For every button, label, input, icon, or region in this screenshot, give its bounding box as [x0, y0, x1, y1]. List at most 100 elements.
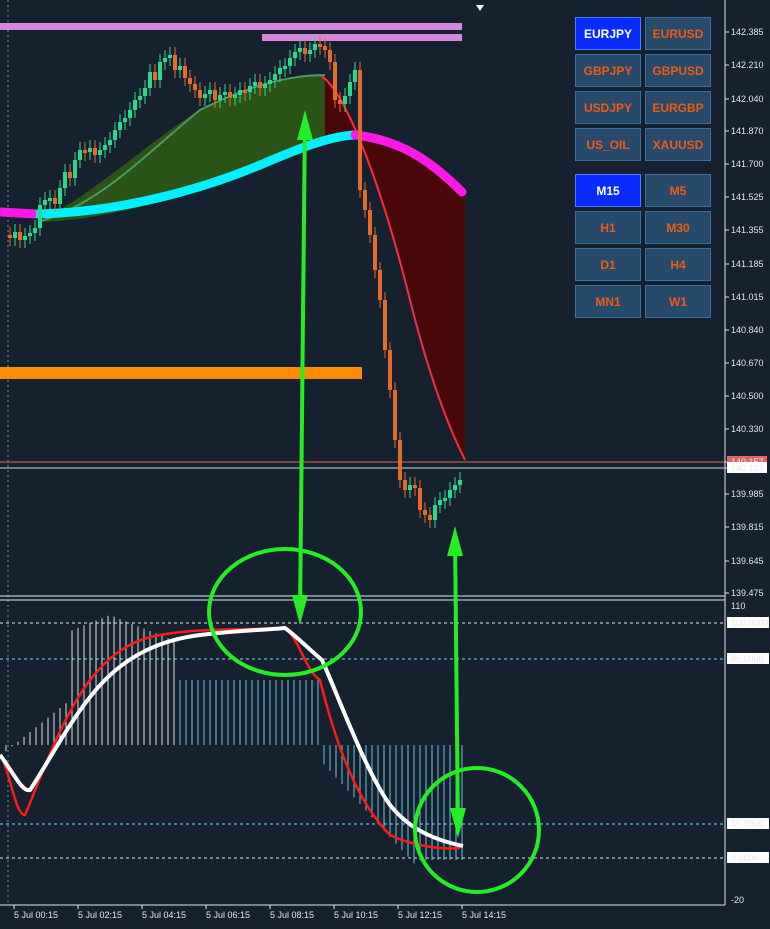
candle-body	[178, 66, 182, 70]
arrow-2-shaft	[453, 534, 460, 831]
candle-body	[48, 198, 52, 201]
timeframe-button-m5[interactable]: M5	[645, 174, 711, 207]
candle-body	[438, 500, 442, 505]
candle-body	[113, 130, 117, 140]
candle-body	[293, 52, 297, 58]
candle-body	[153, 72, 157, 80]
candle-body	[78, 150, 82, 160]
candle-body	[13, 232, 17, 238]
indicator-axis: 110 100.0000 85.0000 15.0000 0.0000 -20	[727, 601, 769, 905]
candle-body	[413, 485, 417, 488]
candle-body	[193, 84, 197, 90]
time-label: 5 Jul 14:15	[462, 910, 506, 920]
candle-body	[433, 505, 437, 520]
symbol-button-us-oil[interactable]: US_OIL	[575, 128, 641, 161]
candle-body	[223, 92, 227, 95]
candle-body	[323, 46, 327, 50]
chart-shift-marker[interactable]	[476, 5, 484, 11]
candle-body	[43, 200, 47, 205]
timeframe-button-h1[interactable]: H1	[575, 211, 641, 244]
time-label: 5 Jul 00:15	[14, 910, 58, 920]
highlight-circle-2	[413, 766, 541, 894]
timeframe-button-m30[interactable]: M30	[645, 211, 711, 244]
candle-body	[88, 148, 92, 152]
price-label: 141.015	[731, 292, 764, 302]
stoch-signal-line	[0, 626, 461, 850]
candle-body	[103, 145, 107, 150]
symbol-button-eurjpy[interactable]: EURJPY	[575, 17, 641, 50]
candle-body	[8, 235, 12, 238]
candle-body	[383, 300, 387, 350]
histogram-group	[5, 615, 463, 864]
indicator-label: 85.0000	[731, 654, 764, 664]
price-label: 141.185	[731, 259, 764, 269]
timeframe-button-mn1[interactable]: MN1	[575, 285, 641, 318]
candle-body	[133, 100, 137, 110]
price-label: 141.700	[731, 159, 764, 169]
arrow-2-head-down	[450, 808, 466, 838]
price-label: 140.840	[731, 325, 764, 335]
candle-body	[288, 58, 292, 66]
symbol-button-eurgbp[interactable]: EURGBP	[645, 91, 711, 124]
stoch-main-line	[0, 625, 464, 848]
candle-body	[268, 80, 272, 84]
candle-body	[398, 440, 402, 480]
timeframe-button-w1[interactable]: W1	[645, 285, 711, 318]
candle-body	[198, 90, 202, 98]
candle-body	[353, 70, 357, 82]
candle-body	[388, 350, 392, 390]
candle-body	[58, 188, 62, 204]
indicator-label: 15.0000	[731, 819, 764, 829]
support-level-bar	[0, 367, 362, 379]
symbol-button-gbpjpy[interactable]: GBPJPY	[575, 54, 641, 87]
candle-body	[68, 172, 72, 178]
candle-body	[443, 498, 447, 501]
candle-body	[53, 198, 57, 204]
candle-body	[233, 95, 237, 98]
arrow-2-head-up	[447, 526, 463, 556]
candle-body	[213, 90, 217, 100]
time-label: 5 Jul 08:15	[270, 910, 314, 920]
price-label: 142.210	[731, 60, 764, 70]
candle-body	[428, 515, 432, 520]
candle-body	[108, 140, 112, 145]
time-axis: 5 Jul 00:15 5 Jul 02:15 5 Jul 04:15 5 Jul 0…	[13, 905, 506, 920]
symbol-button-xauusd[interactable]: XAUUSD	[645, 128, 711, 161]
candle-body	[378, 270, 382, 300]
candle-body	[228, 92, 232, 98]
symbol-button-eurusd[interactable]: EURUSD	[645, 17, 711, 50]
time-label: 5 Jul 10:15	[334, 910, 378, 920]
candle-body	[358, 70, 362, 190]
candle-body	[343, 96, 347, 104]
candle-body	[63, 172, 67, 188]
candle-body	[148, 72, 152, 88]
timeframe-button-m15[interactable]: M15	[575, 174, 641, 207]
indicator-label: 100.0000	[731, 618, 769, 628]
candle-body	[93, 148, 97, 155]
candle-body	[393, 390, 397, 440]
price-label: 140.121	[731, 463, 764, 473]
price-label: 139.645	[731, 556, 764, 566]
candle-body	[73, 160, 77, 178]
candle-body	[138, 96, 142, 100]
price-axis: 142.385 142.210 142.040 141.870 141.700 141.5…	[725, 27, 767, 598]
candle-body	[98, 150, 102, 155]
candle-body	[313, 44, 317, 50]
candle-body	[248, 86, 252, 92]
resistance-bar-lower	[262, 34, 462, 41]
candle-body	[368, 210, 372, 235]
candle-body	[328, 50, 332, 62]
price-label: 141.870	[731, 126, 764, 136]
candle-body	[453, 485, 457, 490]
candle-body	[23, 236, 27, 240]
timeframe-button-h4[interactable]: H4	[645, 248, 711, 281]
timeframe-button-d1[interactable]: D1	[575, 248, 641, 281]
symbol-button-usdjpy[interactable]: USDJPY	[575, 91, 641, 124]
candle-body	[243, 90, 247, 93]
price-label: 142.385	[731, 27, 764, 37]
price-label: 140.330	[731, 424, 764, 434]
symbol-button-gbpusd[interactable]: GBPUSD	[645, 54, 711, 87]
candle-body	[208, 90, 212, 94]
candle-body	[258, 82, 262, 88]
time-label: 5 Jul 02:15	[78, 910, 122, 920]
